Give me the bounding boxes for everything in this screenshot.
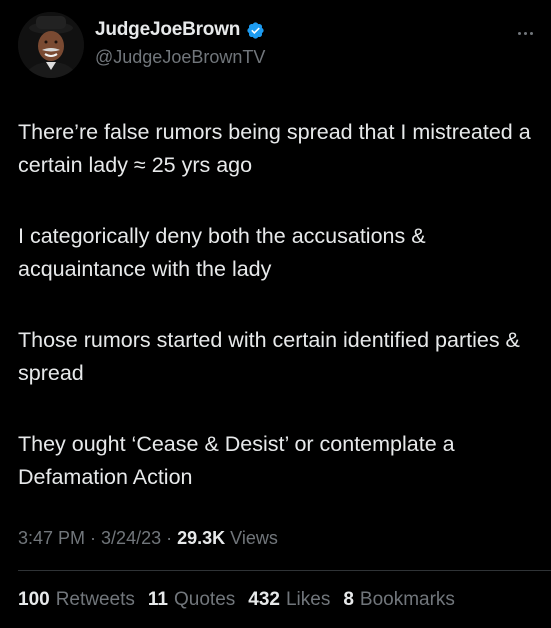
- tweet-meta: 3:47 PM · 3/24/23 · 29.3K Views: [18, 528, 278, 549]
- retweets-label: Retweets: [55, 589, 135, 610]
- meta-separator: ·: [85, 528, 102, 548]
- meta-separator: ·: [161, 528, 178, 548]
- tweet-text: There’re false rumors being spread that …: [18, 116, 538, 532]
- bookmarks-count: 8: [343, 589, 354, 610]
- likes-label: Likes: [285, 589, 331, 610]
- quotes-stat[interactable]: 11 Quotes: [148, 589, 235, 611]
- tweet-card: JudgeJoeBrown @JudgeJoeBrownTV There’re …: [0, 0, 551, 628]
- author-name-row[interactable]: JudgeJoeBrown: [95, 19, 265, 41]
- engagement-stats: 100 Retweets 11 Quotes 432 Likes 8 Bookm…: [18, 589, 455, 611]
- author-handle[interactable]: @JudgeJoeBrownTV: [95, 47, 265, 68]
- more-options-icon[interactable]: [513, 28, 537, 38]
- views-count: 29.3K: [177, 528, 226, 548]
- tweet-paragraph: They ought ‘Cease & Desist’ or contempla…: [18, 432, 455, 489]
- avatar[interactable]: [18, 12, 84, 78]
- quotes-count: 11: [147, 589, 168, 610]
- divider: [18, 570, 551, 571]
- likes-stat[interactable]: 432 Likes: [248, 589, 330, 611]
- retweets-count: 100: [18, 589, 50, 610]
- tweet-date[interactable]: 3/24/23: [101, 528, 161, 548]
- verified-badge-icon: [246, 21, 265, 40]
- tweet-paragraph: I categorically deny both the accusation…: [18, 224, 426, 281]
- bookmarks-label: Bookmarks: [359, 589, 455, 610]
- profile-photo-icon: [18, 12, 84, 78]
- tweet-paragraph: Those rumors started with certain identi…: [18, 328, 520, 385]
- retweets-stat[interactable]: 100 Retweets: [18, 589, 135, 611]
- bookmarks-stat[interactable]: 8 Bookmarks: [343, 589, 455, 611]
- quotes-label: Quotes: [174, 589, 236, 610]
- author-display-name[interactable]: JudgeJoeBrown: [95, 19, 240, 41]
- likes-count: 432: [248, 589, 280, 610]
- tweet-paragraph: There’re false rumors being spread that …: [18, 120, 531, 177]
- views-label: Views: [230, 528, 278, 548]
- tweet-time[interactable]: 3:47 PM: [18, 528, 85, 548]
